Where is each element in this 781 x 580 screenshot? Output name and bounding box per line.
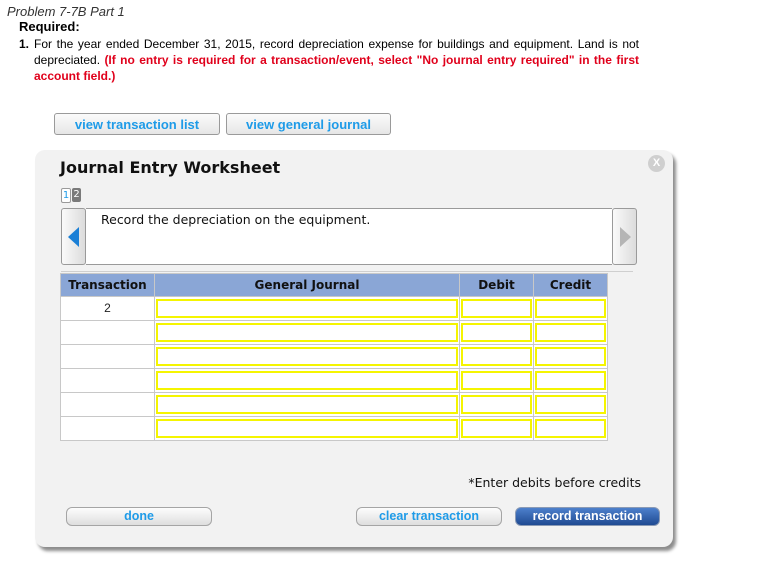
requirement-number: 1. xyxy=(19,37,30,51)
credit-input[interactable] xyxy=(535,323,606,342)
credit-input[interactable] xyxy=(535,395,606,414)
column-header-transaction: Transaction xyxy=(60,273,155,297)
record-transaction-button[interactable]: record transaction xyxy=(515,507,660,526)
column-header-credit: Credit xyxy=(533,273,608,297)
transaction-number xyxy=(60,392,155,417)
debit-input[interactable] xyxy=(461,419,532,438)
transaction-number: 2 xyxy=(60,296,155,321)
credit-cell xyxy=(533,392,608,417)
debit-cell xyxy=(459,392,534,417)
journal-table: Transaction General Journal Debit Credit… xyxy=(60,273,608,441)
footnote: *Enter debits before credits xyxy=(468,475,641,490)
page-tabs: 12 xyxy=(61,188,82,206)
problem-title: Problem 7-7B Part 1 xyxy=(7,4,125,19)
table-row: 2 xyxy=(60,296,608,321)
requirement-instruction: (If no entry is required for a transacti… xyxy=(34,53,639,83)
debit-cell xyxy=(459,416,534,441)
credit-cell xyxy=(533,344,608,369)
requirement-item: 1. For the year ended December 31, 2015,… xyxy=(19,36,639,84)
divider xyxy=(61,271,633,272)
table-row xyxy=(60,320,608,345)
transaction-description: Record the depreciation on the equipment… xyxy=(86,208,612,265)
debit-input[interactable] xyxy=(461,347,532,366)
page-tab-1[interactable]: 1 xyxy=(61,188,71,203)
debit-cell xyxy=(459,320,534,345)
debit-input[interactable] xyxy=(461,323,532,342)
page-tab-2[interactable]: 2 xyxy=(72,188,81,202)
account-cell xyxy=(154,344,460,369)
required-label: Required: xyxy=(19,19,80,34)
credit-cell xyxy=(533,416,608,441)
close-icon[interactable]: X xyxy=(648,155,665,172)
debit-input[interactable] xyxy=(461,395,532,414)
account-input[interactable] xyxy=(156,395,458,414)
journal-entry-worksheet: Journal Entry Worksheet X 12 Record the … xyxy=(35,150,673,547)
credit-input[interactable] xyxy=(535,371,606,390)
table-row xyxy=(60,392,608,417)
table-row xyxy=(60,344,608,369)
debit-input[interactable] xyxy=(461,371,532,390)
account-input[interactable] xyxy=(156,299,458,318)
requirement-body: For the year ended December 31, 2015, re… xyxy=(34,36,639,84)
account-cell xyxy=(154,296,460,321)
account-cell xyxy=(154,416,460,441)
transaction-number xyxy=(60,344,155,369)
debit-input[interactable] xyxy=(461,299,532,318)
account-cell xyxy=(154,368,460,393)
next-button[interactable] xyxy=(612,208,637,265)
credit-input[interactable] xyxy=(535,347,606,366)
table-row xyxy=(60,368,608,393)
credit-cell xyxy=(533,320,608,345)
transaction-number xyxy=(60,320,155,345)
table-header-row: Transaction General Journal Debit Credit xyxy=(60,273,608,297)
table-row xyxy=(60,416,608,441)
arrow-right-icon xyxy=(620,227,631,247)
column-header-debit: Debit xyxy=(459,273,534,297)
debit-cell xyxy=(459,368,534,393)
done-button[interactable]: done xyxy=(66,507,212,526)
column-header-general-journal: General Journal xyxy=(154,273,460,297)
view-transaction-list-button[interactable]: view transaction list xyxy=(54,113,220,135)
view-general-journal-button[interactable]: view general journal xyxy=(226,113,391,135)
arrow-left-icon xyxy=(68,227,79,247)
account-cell xyxy=(154,392,460,417)
clear-transaction-button[interactable]: clear transaction xyxy=(356,507,502,526)
account-input[interactable] xyxy=(156,323,458,342)
transaction-number xyxy=(60,368,155,393)
credit-input[interactable] xyxy=(535,419,606,438)
debit-cell xyxy=(459,296,534,321)
credit-input[interactable] xyxy=(535,299,606,318)
transaction-number xyxy=(60,416,155,441)
credit-cell xyxy=(533,368,608,393)
debit-cell xyxy=(459,344,534,369)
credit-cell xyxy=(533,296,608,321)
account-input[interactable] xyxy=(156,419,458,438)
account-input[interactable] xyxy=(156,347,458,366)
account-input[interactable] xyxy=(156,371,458,390)
previous-button[interactable] xyxy=(61,208,86,265)
account-cell xyxy=(154,320,460,345)
description-text: Record the depreciation on the equipment… xyxy=(101,212,371,227)
worksheet-title: Journal Entry Worksheet xyxy=(60,158,281,177)
